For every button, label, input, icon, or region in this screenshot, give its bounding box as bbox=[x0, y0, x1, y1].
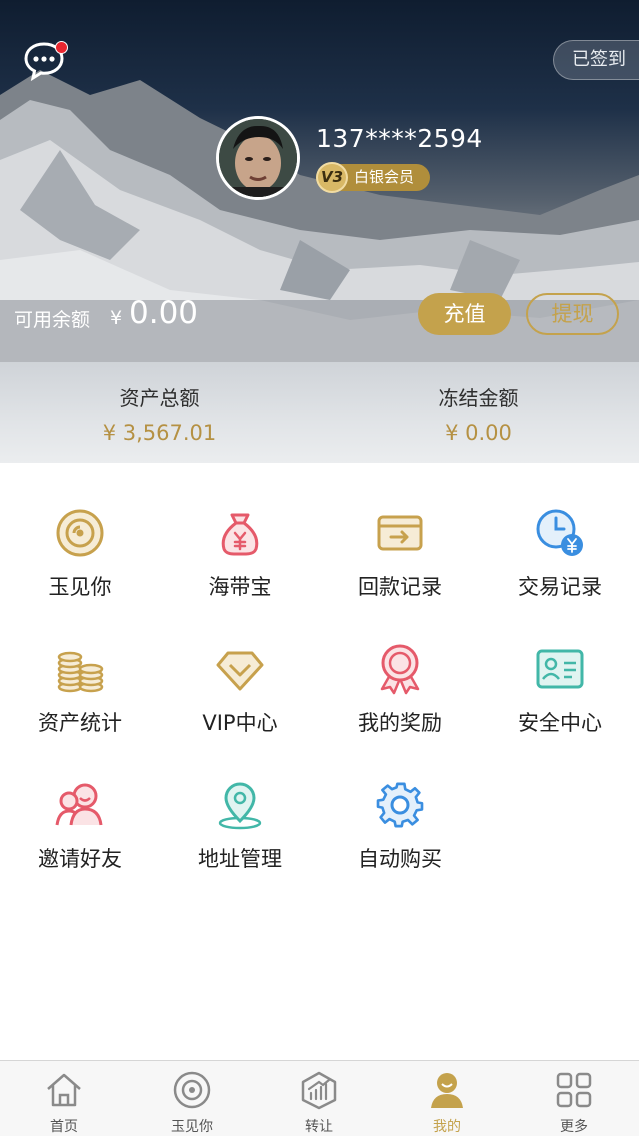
avatar[interactable] bbox=[216, 116, 300, 200]
friends-icon bbox=[54, 779, 106, 831]
balance-currency: ¥ bbox=[110, 307, 123, 329]
withdraw-button[interactable]: 提现 bbox=[526, 293, 619, 335]
jade-disc-icon bbox=[172, 1070, 212, 1110]
grid-icon bbox=[554, 1070, 594, 1110]
menu-item-vip-center[interactable]: VIP中心 bbox=[160, 599, 320, 735]
money-bag-icon bbox=[214, 507, 266, 559]
tab-label: 首页 bbox=[50, 1119, 78, 1135]
signin-button[interactable]: 已签到 bbox=[553, 40, 639, 80]
diamond-icon bbox=[214, 643, 266, 695]
menu-item-haidaibao[interactable]: 海带宝 bbox=[160, 463, 320, 599]
total-assets[interactable]: 资产总额 ¥ 3,567.01 bbox=[0, 362, 319, 463]
feature-grid: 玉见你 海带宝 回款记录 交易记录 资产统计 VIP中心 我的奖励 安全中心 邀… bbox=[0, 463, 639, 1063]
menu-item-label: 交易记录 bbox=[518, 575, 602, 599]
menu-item-security-center[interactable]: 安全中心 bbox=[480, 599, 639, 735]
gear-icon bbox=[374, 779, 426, 831]
vip-level-icon: V3 bbox=[316, 162, 348, 193]
tab-label: 玉见你 bbox=[171, 1119, 213, 1135]
transfer-chart-icon bbox=[299, 1070, 339, 1110]
menu-item-invite-friends[interactable]: 邀请好友 bbox=[0, 735, 160, 871]
balance-value: 0.00 bbox=[129, 295, 199, 331]
frozen-amount-label: 冻结金额 bbox=[438, 386, 519, 410]
menu-item-label: 资产统计 bbox=[38, 711, 122, 735]
phone-number: 137****2594 bbox=[316, 124, 483, 153]
menu-item-address-management[interactable]: 地址管理 bbox=[160, 735, 320, 871]
menu-item-label: 我的奖励 bbox=[358, 711, 442, 735]
unread-dot bbox=[55, 41, 68, 54]
menu-item-label: 回款记录 bbox=[358, 575, 442, 599]
tab-label: 转让 bbox=[305, 1119, 333, 1135]
menu-item-repayment-records[interactable]: 回款记录 bbox=[320, 463, 480, 599]
clock-yen-icon bbox=[534, 507, 586, 559]
tab-label: 更多 bbox=[560, 1119, 588, 1135]
menu-item-auto-purchase[interactable]: 自动购买 bbox=[320, 735, 480, 871]
assets-summary: 资产总额 ¥ 3,567.01 冻结金额 ¥ 0.00 bbox=[0, 362, 639, 463]
tab-jade[interactable]: 玉见你 bbox=[128, 1061, 256, 1136]
total-assets-label: 资产总额 bbox=[119, 386, 200, 410]
tab-transfer[interactable]: 转让 bbox=[255, 1061, 383, 1136]
menu-item-label: 海带宝 bbox=[208, 575, 272, 599]
menu-item-jade[interactable]: 玉见你 bbox=[0, 463, 160, 599]
menu-item-asset-stats[interactable]: 资产统计 bbox=[0, 599, 160, 735]
menu-item-label: 安全中心 bbox=[518, 711, 602, 735]
avatar-photo bbox=[219, 119, 297, 197]
home-icon bbox=[44, 1070, 84, 1110]
medal-icon bbox=[374, 643, 426, 695]
id-card-icon bbox=[534, 643, 586, 695]
frozen-amount[interactable]: 冻结金额 ¥ 0.00 bbox=[319, 362, 638, 463]
tab-home[interactable]: 首页 bbox=[0, 1061, 128, 1136]
coin-stacks-icon bbox=[54, 643, 106, 695]
menu-item-label: 邀请好友 bbox=[38, 847, 122, 871]
total-assets-value: ¥ 3,567.01 bbox=[102, 421, 217, 445]
recharge-button[interactable]: 充值 bbox=[418, 293, 511, 335]
balance-label: 可用余额 bbox=[14, 309, 91, 331]
menu-item-my-rewards[interactable]: 我的奖励 bbox=[320, 599, 480, 735]
location-pin-icon bbox=[214, 779, 266, 831]
menu-item-label: 地址管理 bbox=[198, 847, 282, 871]
jade-disc-icon bbox=[54, 507, 106, 559]
frozen-amount-value: ¥ 0.00 bbox=[445, 421, 512, 445]
card-return-icon bbox=[374, 507, 426, 559]
tab-more[interactable]: 更多 bbox=[510, 1061, 638, 1136]
menu-item-label: 自动购买 bbox=[358, 847, 442, 871]
menu-item-transaction-records[interactable]: 交易记录 bbox=[480, 463, 639, 599]
profile-header: 已签到 137****2594 白银会员 V3 可用余额 ¥ 0.00 充值 提… bbox=[0, 0, 639, 362]
menu-item-label: 玉见你 bbox=[48, 575, 112, 599]
profile-icon bbox=[427, 1070, 467, 1110]
menu-item-label: VIP中心 bbox=[202, 711, 278, 735]
bottom-tab-bar: 首页 玉见你 转让 我的 更多 bbox=[0, 1060, 639, 1136]
tab-mine[interactable]: 我的 bbox=[383, 1061, 511, 1136]
tab-label: 我的 bbox=[433, 1119, 461, 1135]
